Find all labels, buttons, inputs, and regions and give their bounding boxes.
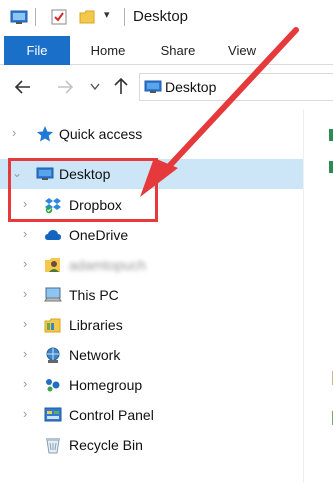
nav-item-label: Libraries	[69, 317, 123, 333]
title-bar: ▾ Desktop	[0, 0, 333, 36]
properties-checkmark-icon[interactable]	[51, 9, 67, 25]
nav-item-label: Network	[69, 347, 121, 363]
nav-item-network[interactable]: › Network	[0, 340, 304, 370]
nav-item-label: OneDrive	[69, 227, 129, 243]
tab-share[interactable]: Share	[150, 36, 206, 65]
navigation-bar: Desktop	[0, 65, 333, 109]
nav-item-label: Recycle Bin	[69, 437, 143, 453]
chevron-right-icon[interactable]: ›	[23, 407, 35, 420]
title-separator-2	[124, 8, 125, 26]
cloud-icon	[45, 230, 61, 240]
computer-icon	[44, 287, 62, 302]
up-arrow-icon[interactable]	[113, 77, 129, 95]
content-pane[interactable]	[304, 109, 333, 483]
chevron-right-icon[interactable]: ›	[12, 126, 24, 139]
chevron-right-icon[interactable]: ›	[23, 347, 35, 360]
chevron-right-icon[interactable]: ›	[23, 317, 35, 330]
chevron-right-icon[interactable]: ›	[23, 227, 35, 240]
nav-item-label: Quick access	[59, 126, 143, 142]
address-bar[interactable]: Desktop	[139, 73, 333, 101]
user-folder-icon	[45, 258, 60, 272]
nav-item-onedrive[interactable]: › OneDrive	[0, 220, 304, 250]
forward-arrow-icon[interactable]	[56, 79, 74, 95]
new-folder-icon[interactable]	[79, 9, 95, 25]
chevron-right-icon[interactable]: ›	[23, 257, 35, 270]
chevron-right-icon[interactable]: ›	[23, 377, 35, 390]
control-panel-icon	[44, 407, 62, 422]
nav-item-label: This PC	[69, 287, 119, 303]
title-separator	[35, 8, 36, 26]
nav-item-quick-access[interactable]: › Quick access	[0, 119, 304, 149]
nav-item-recycle-bin[interactable]: Recycle Bin	[0, 430, 304, 460]
tab-file[interactable]: File	[4, 36, 70, 65]
explorer-window-icon[interactable]	[10, 9, 28, 25]
content-fragment	[329, 161, 333, 173]
nav-item-libraries[interactable]: › Libraries	[0, 310, 304, 340]
nav-item-label: Control Panel	[69, 407, 154, 423]
libraries-icon	[44, 318, 61, 333]
tab-view[interactable]: View	[216, 36, 268, 65]
window-title: Desktop	[133, 8, 189, 25]
nav-item-label: adamtopuch	[69, 257, 147, 273]
ribbon-tabs: File Home Share View	[0, 36, 333, 65]
network-icon	[46, 347, 60, 363]
recent-dropdown-icon[interactable]	[90, 83, 100, 91]
chevron-right-icon[interactable]: ›	[23, 287, 35, 300]
homegroup-icon	[46, 379, 60, 392]
nav-item-label: Homegroup	[69, 377, 143, 393]
highlight-box	[8, 158, 158, 222]
tab-home[interactable]: Home	[80, 36, 136, 65]
back-arrow-icon[interactable]	[14, 79, 32, 95]
star-icon	[37, 126, 53, 142]
content-fragment	[329, 129, 333, 141]
address-path: Desktop	[165, 79, 217, 95]
nav-item-homegroup[interactable]: › Homegroup	[0, 370, 304, 400]
dropdown-arrow-icon[interactable]: ▾	[104, 8, 110, 21]
nav-item-this-pc[interactable]: › This PC	[0, 280, 304, 310]
nav-item-user-folder[interactable]: › adamtopuch	[0, 250, 304, 280]
nav-item-control-panel[interactable]: › Control Panel	[0, 400, 304, 430]
desktop-icon	[144, 80, 162, 93]
recycle-bin-icon	[46, 438, 60, 454]
